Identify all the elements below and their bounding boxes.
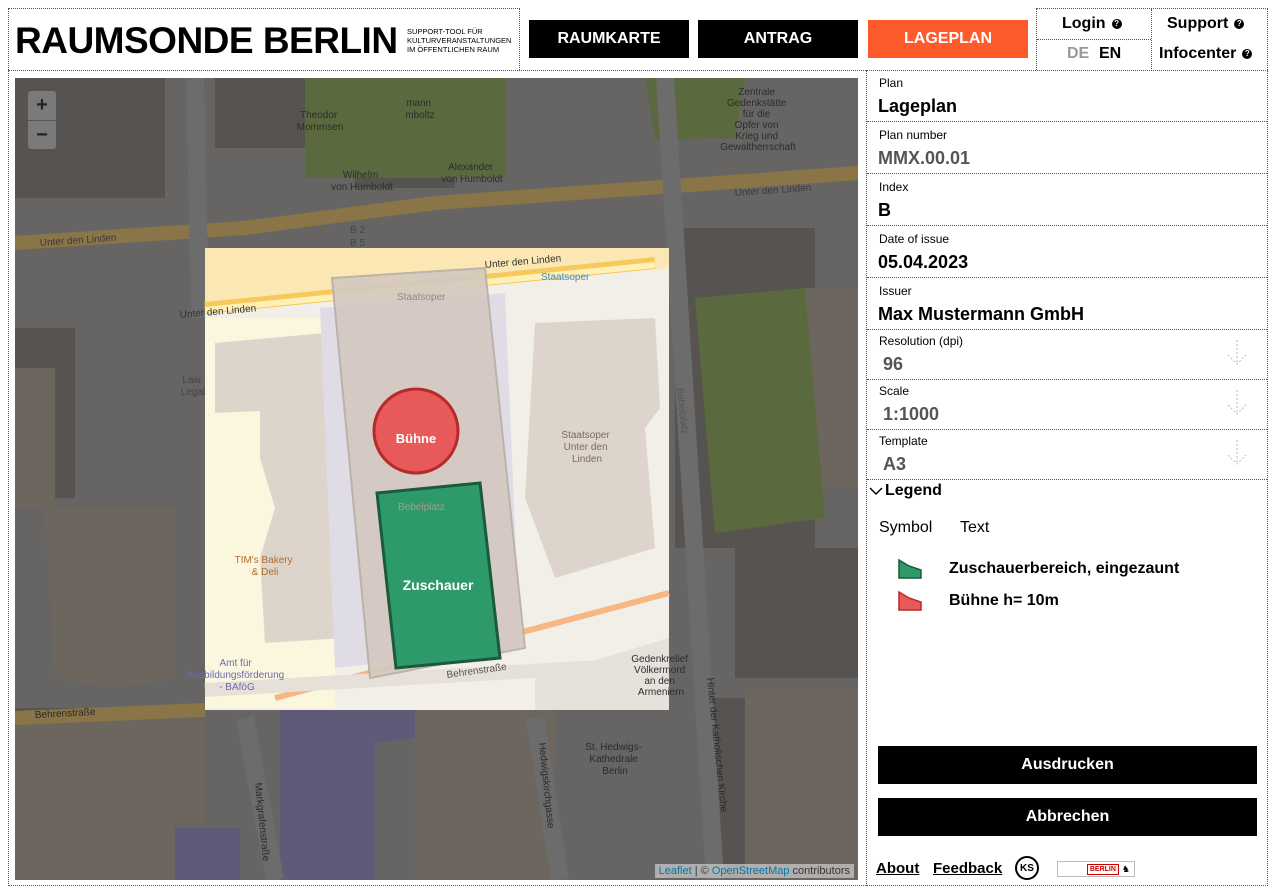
- dropdown-arrow-icon: [1227, 440, 1247, 465]
- road-badge: B 2: [350, 225, 365, 236]
- plan-field: Plan Lageplan: [867, 70, 1267, 122]
- legend-item: Zuschauerbereich, eingezaunt: [897, 558, 1179, 580]
- map-view[interactable]: Unter den Linden Unter den Linden Unter …: [15, 78, 858, 880]
- brand-box: RAUMSONDE BERLIN SUPPORT-TOOL FÜR KULTUR…: [8, 8, 520, 70]
- legend-title: Legend: [885, 482, 942, 499]
- app-title[interactable]: RAUMSONDE BERLIN: [15, 21, 398, 61]
- help-icon: ?: [1234, 19, 1245, 29]
- audience-label: Zuschauer: [403, 577, 474, 593]
- nav-lageplan-button[interactable]: LAGEPLAN: [868, 20, 1028, 58]
- issuer-value[interactable]: Max Mustermann GmbH: [878, 304, 1084, 325]
- subtitle-line: IM ÖFFENTLICHEN RAUM: [407, 45, 500, 54]
- template-select[interactable]: Template A3: [867, 430, 1267, 480]
- attribution-separator: | ©: [691, 865, 712, 877]
- zoom-in-button[interactable]: +: [28, 91, 56, 120]
- poi-label: mann mboltz: [405, 98, 434, 121]
- osm-link[interactable]: OpenStreetMap: [712, 865, 790, 877]
- field-label: Plan: [879, 76, 904, 90]
- resolution-select[interactable]: Resolution (dpi) 96: [867, 330, 1267, 380]
- field-label: Resolution (dpi): [879, 334, 964, 348]
- leaflet-link[interactable]: Leaflet: [659, 865, 692, 877]
- support-link[interactable]: Support ?: [1167, 15, 1245, 33]
- infocenter-label: Infocenter: [1159, 45, 1237, 62]
- field-label: Date of issue: [879, 232, 950, 246]
- date-field: Date of issue 05.04.2023: [867, 226, 1267, 278]
- legend-toggle[interactable]: Legend: [869, 482, 942, 500]
- field-label: Issuer: [879, 284, 912, 298]
- lang-en-toggle[interactable]: EN: [1099, 45, 1121, 63]
- login-label: Login: [1062, 15, 1106, 32]
- infocenter-link[interactable]: Infocenter ?: [1159, 45, 1253, 63]
- lang-de-toggle[interactable]: DE: [1067, 45, 1089, 63]
- audience-area-swatch-icon: [898, 558, 922, 579]
- stage-label: Bühne: [396, 431, 436, 446]
- nav-antrag-button[interactable]: ANTRAG: [698, 20, 858, 58]
- subtitle-line: SUPPORT-TOOL FÜR: [407, 27, 483, 36]
- poi-label: Law Legal: [181, 375, 205, 398]
- help-icon: ?: [1111, 19, 1122, 29]
- plan-value[interactable]: Lageplan: [878, 96, 957, 117]
- index-field: Index B: [867, 174, 1267, 226]
- field-label: Template: [879, 434, 928, 448]
- legend-item-text: Bühne h= 10m: [949, 592, 1059, 609]
- map-canvas[interactable]: Unter den Linden Unter den Linden Unter …: [15, 78, 858, 880]
- app-header: RAUMSONDE BERLIN SUPPORT-TOOL FÜR KULTUR…: [0, 0, 1272, 71]
- about-link[interactable]: About: [876, 860, 919, 877]
- issuer-field: Issuer Max Mustermann GmbH: [867, 278, 1267, 330]
- square-label: Bebelplatz: [398, 502, 445, 513]
- index-value[interactable]: B: [878, 200, 891, 221]
- print-button[interactable]: Ausdrucken: [878, 746, 1257, 784]
- divider: [1037, 39, 1151, 40]
- utility-box: Login ? Support ? DE EN Infocenter ?: [1036, 8, 1268, 71]
- map-attribution: Leaflet | © OpenStreetMap contributors: [654, 864, 854, 878]
- road-badge: B 5: [350, 238, 365, 249]
- plan-number-value[interactable]: MMX.00.01: [878, 148, 970, 169]
- template-value: A3: [883, 454, 907, 474]
- attribution-tail: contributors: [789, 865, 850, 877]
- scale-value: 1:1000: [883, 404, 940, 424]
- legend-item: Bühne h= 10m: [897, 590, 1059, 612]
- poi-label: Staatsoper: [397, 292, 446, 303]
- login-link[interactable]: Login ?: [1062, 15, 1122, 33]
- field-label: Scale: [879, 384, 910, 398]
- resolution-value: 96: [883, 354, 904, 374]
- berlin-logo[interactable]: BERLIN ♞: [1057, 861, 1135, 877]
- plan-settings-panel: Plan Lageplan Plan number MMX.00.01 Inde…: [866, 70, 1267, 886]
- scale-select[interactable]: Scale 1:1000: [867, 380, 1267, 430]
- subtitle-line: KULTURVERANSTALTUNGEN: [407, 36, 512, 45]
- legend-item-text: Zuschauerbereich, eingezaunt: [949, 560, 1180, 577]
- plan-number-field: Plan number MMX.00.01: [867, 122, 1267, 174]
- berlin-wordmark: BERLIN: [1086, 863, 1119, 875]
- zoom-control: + −: [27, 90, 57, 150]
- cancel-button[interactable]: Abbrechen: [878, 798, 1257, 836]
- dropdown-arrow-icon: [1227, 390, 1247, 415]
- poi-label: Theodor Mommsen: [297, 110, 344, 133]
- stage-area-swatch-icon: [898, 590, 922, 611]
- poi-label: Alexander von Humboldt: [441, 162, 503, 185]
- help-icon: ?: [1242, 49, 1253, 59]
- date-value[interactable]: 05.04.2023: [878, 252, 968, 273]
- legend-col-symbol: Symbol: [879, 519, 933, 536]
- zoom-out-button[interactable]: −: [28, 120, 56, 149]
- legend-col-text: Text: [960, 519, 990, 536]
- field-label: Index: [879, 180, 909, 194]
- poi-label: Staatsoper: [541, 272, 590, 283]
- app-subtitle: SUPPORT-TOOL FÜR KULTURVERANSTALTUNGEN I…: [407, 27, 517, 54]
- ks-logo[interactable]: KS: [1015, 856, 1039, 880]
- nav-raumkarte-button[interactable]: RAUMKARTE: [529, 20, 689, 58]
- support-label: Support: [1167, 15, 1229, 32]
- chevron-down-icon: [869, 487, 883, 496]
- divider: [1151, 9, 1152, 71]
- dropdown-arrow-icon: [1227, 340, 1247, 365]
- bear-icon: ♞: [1121, 863, 1130, 874]
- feedback-link[interactable]: Feedback: [933, 860, 1002, 877]
- field-label: Plan number: [879, 128, 948, 142]
